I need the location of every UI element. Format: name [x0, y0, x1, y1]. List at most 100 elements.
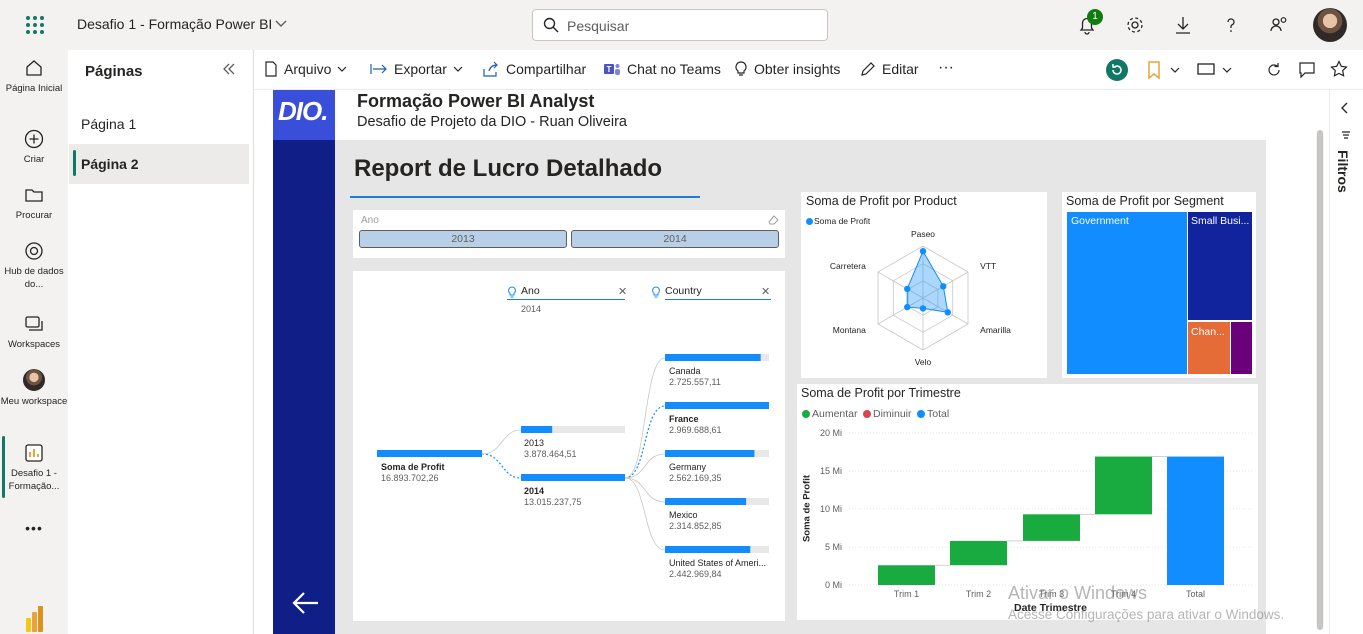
node-2014-value: 13.015.237,75 [524, 497, 582, 507]
chevron-down-icon[interactable] [1170, 67, 1180, 73]
exportar-menu[interactable]: Exportar [370, 61, 463, 77]
radar-point-carretera [904, 285, 911, 293]
tile-label: Chan... [1191, 326, 1225, 338]
back-arrow-icon[interactable] [292, 591, 320, 615]
report-side-band [273, 90, 335, 634]
report-subtitle: Desafio de Projeto da DIO - Ruan Oliveir… [357, 114, 627, 130]
page-item-2[interactable]: Página 2 [69, 144, 249, 184]
dio-logo: DIO. [278, 96, 328, 126]
waffle-icon[interactable] [24, 14, 46, 36]
home-icon [26, 60, 42, 76]
treemap-tile-government[interactable]: Government [1067, 212, 1187, 374]
treemap-tile-channel[interactable]: Chan... [1188, 322, 1230, 374]
lightbulb-icon [651, 286, 661, 298]
node-germany-label[interactable]: Germany [669, 462, 706, 472]
node-germany-value: 2.562.169,35 [669, 473, 722, 483]
node-mexico-label[interactable]: Mexico [669, 510, 698, 520]
app-title[interactable]: Desafio 1 - Formação Power BI [77, 16, 272, 32]
avatar[interactable] [1313, 8, 1347, 42]
help-icon[interactable] [1220, 14, 1242, 36]
level-header-country[interactable]: Country [665, 285, 702, 297]
level-underline [507, 299, 625, 300]
rail-my-workspace[interactable]: Meu workspace [0, 369, 68, 408]
data-hub-icon [25, 242, 43, 260]
rail-browse[interactable]: Procurar [0, 185, 68, 222]
root-value: 16.893.702,26 [381, 473, 439, 483]
level-filter-value: 2014 [521, 304, 542, 314]
radar-chart: Soma de Profit por Product Soma de Profi… [801, 192, 1047, 378]
editar-button[interactable]: Editar [860, 61, 919, 77]
radar-point-amarilla [944, 309, 951, 316]
level-header-ano[interactable]: Ano [521, 285, 540, 297]
node-2014-label[interactable]: 2014 [524, 486, 544, 496]
page-item-1[interactable]: Página 1 [69, 104, 249, 144]
reset-icon[interactable] [1105, 58, 1129, 82]
bar-germany [665, 450, 755, 457]
scrollbar-thumb[interactable] [1317, 130, 1323, 630]
slicer-option-2014[interactable]: 2014 [571, 230, 779, 248]
collapse-icon[interactable] [222, 62, 236, 76]
node-usa-label[interactable]: United States of Ameri... [669, 558, 766, 568]
chevron-left-icon[interactable] [1341, 102, 1349, 114]
rail-browse-label: Procurar [15, 210, 53, 221]
chat-teams-label: Chat no Teams [627, 61, 721, 77]
node-france-label[interactable]: France [669, 414, 699, 424]
compartilhar-button[interactable]: Compartilhar [482, 61, 586, 77]
radar-axis-label: Montana [833, 325, 866, 335]
radar-point-velo [919, 305, 927, 312]
teams-icon: T [604, 64, 620, 75]
avatar [23, 369, 45, 391]
star-icon[interactable] [1330, 60, 1348, 78]
rail-create-label: Criar [23, 154, 45, 165]
chevron-down-icon[interactable] [1222, 67, 1232, 73]
exportar-label: Exportar [394, 61, 447, 77]
x-tick-label: Trim 1 [894, 589, 919, 599]
radar-point-paseo [919, 248, 927, 255]
close-icon[interactable]: ✕ [618, 285, 627, 298]
bookmark-icon[interactable] [1148, 61, 1160, 79]
pencil-icon [861, 62, 875, 76]
radar-axis-label: VTT [980, 261, 996, 271]
share-people-icon[interactable] [1268, 14, 1290, 36]
gear-icon[interactable] [1124, 14, 1146, 36]
node-canada-label[interactable]: Canada [669, 366, 701, 376]
rail-create[interactable]: Criar [0, 129, 68, 166]
radar-area [906, 250, 949, 313]
treemap-tile-other[interactable] [1231, 322, 1252, 374]
bar-mexico [665, 498, 747, 505]
chat-teams-button[interactable]: T Chat no Teams [603, 61, 721, 77]
comment-icon[interactable] [1298, 61, 1316, 79]
rail-home[interactable]: Página Inicial [0, 58, 68, 95]
node-2013-label[interactable]: 2013 [524, 438, 544, 448]
download-icon[interactable] [1172, 14, 1194, 36]
insights-label: Obter insights [754, 61, 841, 77]
arquivo-menu[interactable]: Arquivo [264, 61, 347, 77]
rail-more[interactable]: ••• [0, 521, 68, 535]
rail-report-label: Desafio 1 - Formação... [8, 468, 60, 492]
eraser-icon[interactable] [768, 215, 779, 225]
chevron-down-icon[interactable] [275, 20, 287, 28]
y-tick-label: 20 Mi [820, 428, 842, 438]
chevron-down-icon [338, 66, 347, 72]
close-icon[interactable]: ✕ [761, 285, 770, 298]
refresh-icon[interactable] [1266, 62, 1282, 78]
search-input[interactable]: Pesquisar [532, 9, 828, 41]
slicer-label: Ano [361, 215, 379, 226]
rail-datahub[interactable]: Hub de dados do... [0, 241, 68, 291]
more-options-button[interactable]: ··· [938, 59, 954, 77]
treemap-chart: Soma de Profit por Segment Government Sm… [1062, 192, 1256, 378]
bar-2013 [521, 426, 553, 433]
connector [481, 429, 522, 455]
rail-report[interactable]: Desafio 1 - Formação... [0, 443, 68, 493]
radar-axis-label: Amarilla [980, 325, 1011, 335]
treemap-title: Soma de Profit por Segment [1066, 194, 1224, 208]
waterfall-bar-total [1167, 456, 1224, 585]
waterfall-bar-trim-3 [1023, 514, 1080, 541]
treemap-tile-small-business[interactable]: Small Busi... [1188, 212, 1252, 320]
view-icon[interactable] [1197, 62, 1215, 76]
insights-button[interactable]: Obter insights [734, 61, 840, 77]
arquivo-label: Arquivo [284, 61, 332, 77]
slicer-option-2013[interactable]: 2013 [359, 230, 567, 248]
rail-workspaces[interactable]: Workspaces [0, 314, 68, 351]
powerbi-logo [24, 606, 46, 632]
